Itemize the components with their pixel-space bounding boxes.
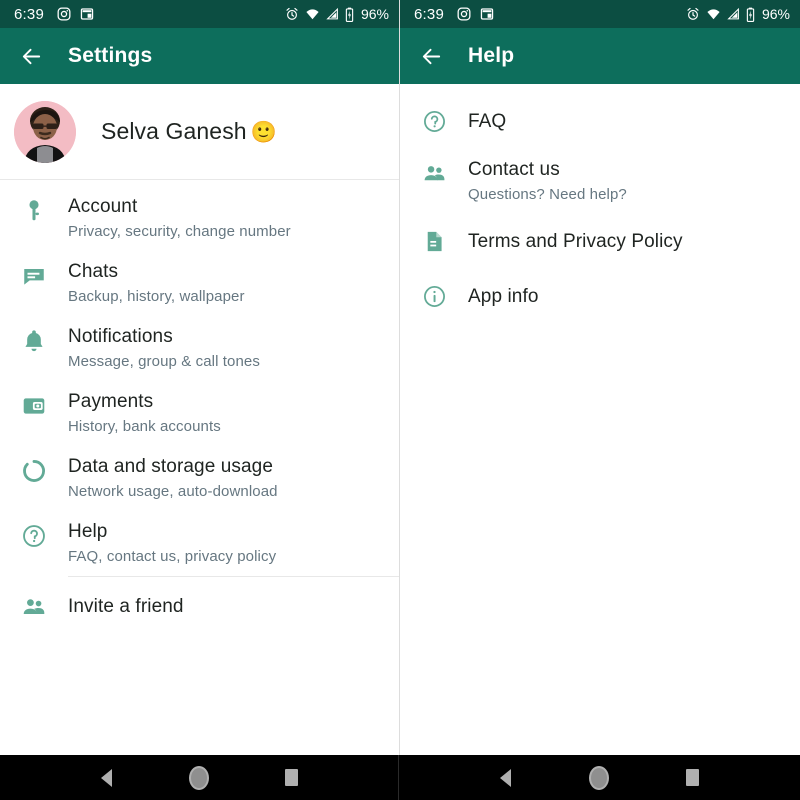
row-text: App info [468, 285, 539, 309]
panels-container: 6:39 96% Settings Selva Ganesh 🙂 Account… [0, 0, 800, 755]
help-item-app-info[interactable]: App info [400, 269, 800, 324]
status-bar-left: 6:39 96% [0, 0, 399, 28]
home-nav-button[interactable] [582, 761, 616, 795]
settings-app-bar: Settings [0, 28, 399, 84]
sidebar-item-help[interactable]: Help FAQ, contact us, privacy policy [0, 511, 399, 576]
instagram-icon [457, 7, 471, 21]
item-title: Help [68, 521, 108, 542]
back-nav-button[interactable] [89, 761, 123, 795]
item-title: Account [68, 196, 138, 217]
info-circle-icon [400, 284, 468, 309]
sidebar-item-notifications[interactable]: Notifications Message, group & call tone… [0, 316, 399, 381]
row-text: Notifications Message, group & call tone… [68, 325, 260, 372]
row-text: Invite a friend [68, 595, 184, 619]
wifi-icon [706, 7, 721, 21]
chat-icon [0, 260, 68, 289]
sidebar-item-data-and-storage-usage[interactable]: Data and storage usage Network usage, au… [0, 446, 399, 511]
item-subtitle: History, bank accounts [68, 418, 221, 435]
key-icon [0, 195, 68, 224]
data-usage-icon [0, 455, 68, 484]
sidebar-item-chats[interactable]: Chats Backup, history, wallpaper [0, 251, 399, 316]
profile-name: Selva Ganesh 🙂 [101, 118, 277, 144]
status-bar-notification-icons [457, 7, 494, 21]
page-title: Help [468, 44, 515, 67]
item-title: Data and storage usage [68, 456, 274, 477]
settings-screen: 6:39 96% Settings Selva Ganesh 🙂 Account… [0, 0, 400, 755]
sidebar-item-payments[interactable]: Payments History, bank accounts [0, 381, 399, 446]
back-nav-button[interactable] [489, 761, 523, 795]
item-title: Chats [68, 261, 119, 282]
sidebar-item-account[interactable]: Account Privacy, security, change number [0, 186, 399, 251]
battery-icon [345, 7, 354, 22]
status-bar-time: 6:39 [414, 5, 444, 23]
android-navigation-bar [0, 755, 800, 800]
item-title: Terms and Privacy Policy [468, 230, 683, 252]
profile-emoji: 🙂 [250, 121, 277, 144]
device-screenshot: 6:39 96% Settings Selva Ganesh 🙂 Account… [0, 0, 800, 800]
page-title: Settings [68, 44, 153, 67]
status-bar-system-icons: 96% [285, 7, 389, 22]
row-text: Data and storage usage Network usage, au… [68, 455, 278, 502]
avatar[interactable] [14, 100, 76, 163]
help-screen: 6:39 96% Help FAQ Contact us Questions? … [400, 0, 800, 755]
item-title: Invite a friend [68, 596, 184, 617]
wifi-icon [305, 7, 320, 21]
help-circle-icon [0, 520, 68, 549]
signal-icon [326, 7, 339, 21]
status-bar-notification-icons [57, 7, 94, 21]
item-title: Contact us [468, 159, 560, 180]
row-text: Chats Backup, history, wallpaper [68, 260, 245, 307]
status-bar-right: 6:39 96% [400, 0, 800, 28]
profile-row[interactable]: Selva Ganesh 🙂 [0, 84, 399, 179]
recents-nav-button[interactable] [675, 761, 709, 795]
nav-bar-right [399, 755, 799, 800]
status-bar-system-icons: 96% [686, 7, 790, 22]
row-text: Help FAQ, contact us, privacy policy [68, 520, 276, 567]
item-title: App info [468, 285, 539, 307]
row-text: Contact us Questions? Need help? [468, 158, 627, 205]
home-nav-button[interactable] [182, 761, 216, 795]
alarm-icon [686, 7, 700, 21]
calendar-icon [80, 7, 94, 21]
item-subtitle: Message, group & call tones [68, 353, 260, 370]
instagram-icon [57, 7, 71, 21]
item-subtitle: Privacy, security, change number [68, 223, 291, 240]
row-text: Payments History, bank accounts [68, 390, 221, 437]
alarm-icon [285, 7, 299, 21]
item-title: Payments [68, 391, 154, 412]
people-icon [0, 594, 68, 620]
wallet-icon [0, 390, 68, 419]
row-text: Account Privacy, security, change number [68, 195, 291, 242]
help-list: FAQ Contact us Questions? Need help? Ter… [400, 84, 800, 324]
row-text: FAQ [468, 110, 506, 134]
document-icon [400, 229, 468, 254]
row-text: Terms and Privacy Policy [468, 230, 683, 254]
sidebar-item-invite-a-friend[interactable]: Invite a friend [0, 577, 399, 637]
battery-percent-label: 96% [360, 6, 389, 22]
item-subtitle: FAQ, contact us, privacy policy [68, 548, 277, 565]
settings-list: Account Privacy, security, change number… [0, 180, 399, 637]
battery-percent-label: 96% [761, 6, 790, 22]
arrow-back-icon[interactable] [416, 41, 446, 71]
item-title: Notifications [68, 326, 173, 347]
arrow-back-icon[interactable] [16, 41, 46, 71]
help-item-faq[interactable]: FAQ [400, 94, 800, 149]
nav-bar-left [0, 755, 399, 800]
item-subtitle: Questions? Need help? [468, 186, 627, 203]
people-icon [400, 158, 468, 186]
help-item-terms-and-privacy-policy[interactable]: Terms and Privacy Policy [400, 214, 800, 269]
bell-icon [0, 325, 68, 354]
status-bar-time: 6:39 [14, 5, 44, 23]
item-subtitle: Backup, history, wallpaper [68, 288, 245, 305]
recents-nav-button[interactable] [275, 761, 309, 795]
battery-icon [746, 7, 755, 22]
item-subtitle: Network usage, auto-download [68, 483, 278, 500]
help-circle-icon [400, 109, 468, 134]
item-title: FAQ [468, 110, 507, 132]
calendar-icon [480, 7, 494, 21]
signal-icon [727, 7, 740, 21]
help-app-bar: Help [400, 28, 800, 84]
help-item-contact-us[interactable]: Contact us Questions? Need help? [400, 149, 800, 214]
